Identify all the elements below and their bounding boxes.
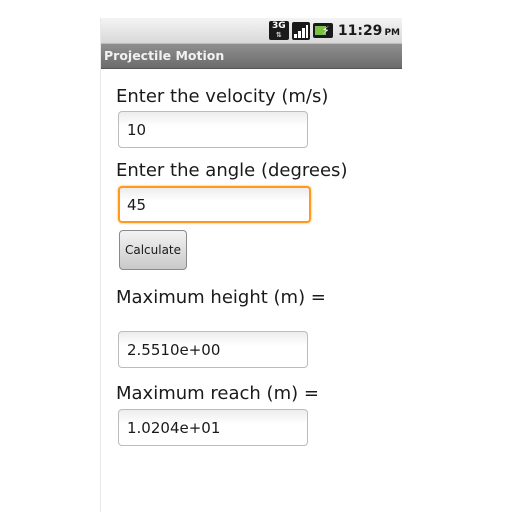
velocity-input[interactable]	[118, 111, 308, 148]
calculate-button[interactable]: Calculate	[119, 230, 187, 270]
clock-time: 11:29	[337, 22, 383, 39]
max-height-output[interactable]	[118, 331, 308, 368]
velocity-label: Enter the velocity (m/s)	[116, 86, 329, 107]
angle-input[interactable]	[118, 186, 311, 223]
status-bar: 3G ⇅ ⚡ 11:29 PM	[101, 18, 402, 44]
angle-label: Enter the angle (degrees)	[116, 160, 348, 181]
network-label: 3G	[272, 21, 286, 31]
app-title-bar: Projectile Motion	[101, 44, 402, 69]
status-clock: 11:29 PM	[338, 23, 400, 39]
max-reach-label: Maximum reach (m) =	[116, 383, 319, 404]
app-title: Projectile Motion	[104, 48, 225, 63]
max-height-label: Maximum height (m) =	[116, 287, 326, 308]
network-3g-icon: 3G ⇅	[268, 21, 289, 40]
battery-charging-icon: ⚡	[312, 23, 333, 38]
device-screen: 3G ⇅ ⚡ 11:29PM Projectile Motion Enter	[100, 18, 402, 512]
max-reach-output[interactable]	[118, 409, 308, 446]
clock-ampm: PM	[384, 27, 400, 38]
status-icons: 3G ⇅ ⚡ 11:29 PM	[268, 20, 400, 41]
signal-strength-icon	[291, 21, 310, 40]
